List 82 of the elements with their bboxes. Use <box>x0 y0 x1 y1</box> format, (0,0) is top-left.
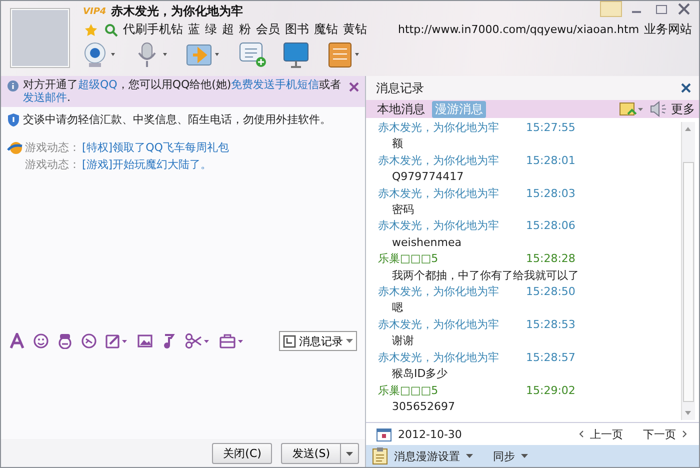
message-text: 嗯 <box>391 300 404 316</box>
caret-icon <box>346 452 353 456</box>
website-label[interactable]: 业务网站 <box>644 21 692 38</box>
chevron-right-icon[interactable] <box>682 430 687 438</box>
scissors-icon[interactable] <box>185 333 211 349</box>
caret-icon[interactable] <box>466 454 473 458</box>
message-add-icon[interactable] <box>237 41 269 69</box>
message-header: 赤木发光，为你化地为牢 15:28:01 <box>378 152 576 169</box>
message-text: 猴岛ID多少 <box>391 366 449 382</box>
game-activity-link[interactable]: [特权]领取了QQ飞车每周礼包 <box>82 140 229 155</box>
service-link[interactable]: 会员 <box>256 21 280 38</box>
info-icon <box>7 80 19 92</box>
message-header: 赤木发光，为你化地为牢 15:28:53 <box>378 316 576 333</box>
vip-label: VIP4 <box>83 6 106 16</box>
music-note-icon[interactable] <box>161 333 177 349</box>
edit-icon[interactable] <box>105 333 129 349</box>
message-text: 305652697 <box>391 398 456 415</box>
service-link[interactable]: 黄钻 <box>343 21 367 38</box>
date-label: 2012-10-30 <box>398 428 462 440</box>
service-link[interactable]: 魔钻 <box>314 21 338 38</box>
close-icon[interactable] <box>681 83 691 93</box>
caret-icon[interactable] <box>521 454 528 458</box>
game-activity-label: 游戏动态： <box>25 157 80 172</box>
notice-text: 对方开通了超级QQ，您可以用QQ给他(她)免费发送手机短信或者 发送邮件. <box>23 78 342 104</box>
message-header: 赤木发光，为你化地为牢 15:28:57 <box>378 350 576 366</box>
export-icon[interactable] <box>619 101 645 117</box>
message-header: 赤木发光，为你化地为牢 15:27:55 <box>378 120 576 136</box>
font-icon[interactable] <box>9 333 25 349</box>
close-icon[interactable] <box>349 82 359 92</box>
message-history-button[interactable]: 消息记录 <box>279 331 357 351</box>
clipboard-icon[interactable] <box>372 447 388 465</box>
search-icon[interactable] <box>104 22 118 36</box>
caret-icon <box>346 338 353 344</box>
calendar-icon[interactable] <box>376 426 392 442</box>
service-link[interactable]: 蓝 <box>188 21 200 38</box>
message-header: 乐巢□□□5 15:29:02 <box>378 382 576 398</box>
game-activity-label: 游戏动态： <box>25 140 80 155</box>
previous-page-link[interactable]: 上一页 <box>590 426 623 442</box>
speaker-icon[interactable] <box>649 101 667 117</box>
service-link[interactable]: 绿 <box>205 21 217 38</box>
service-link[interactable]: 代刷手机钻 <box>123 21 183 38</box>
star-icon <box>83 22 99 36</box>
message-text: 额 <box>391 136 404 152</box>
notice-link[interactable]: 发送邮件 <box>23 91 67 104</box>
sync-menu[interactable]: 同步 <box>493 448 515 464</box>
message-text: weishenmea <box>391 234 462 251</box>
message-text: Q979774417 <box>391 169 465 186</box>
face-icon[interactable] <box>57 333 73 349</box>
shake-icon[interactable] <box>81 333 97 349</box>
send-options-button[interactable] <box>341 442 359 464</box>
send-button[interactable]: 发送(S) <box>281 442 341 464</box>
next-page-link[interactable]: 下一页 <box>643 426 676 442</box>
more-link[interactable]: 更多 <box>671 100 695 118</box>
message-text: 谢谢 <box>391 333 415 350</box>
message-text: 密码 <box>391 202 415 218</box>
service-link[interactable]: 粉 <box>239 21 251 38</box>
notice-link[interactable]: 超级QQ <box>78 78 118 91</box>
game-icon <box>7 140 23 154</box>
message-header: 赤木发光，为你化地为牢 15:28:06 <box>378 218 576 234</box>
notice-link[interactable]: 免费发送手机短信 <box>231 78 320 91</box>
scrollbar[interactable] <box>681 122 695 420</box>
message-text: 我两个都抽，中了你有了给我就可以了 <box>391 268 580 284</box>
close-button[interactable]: 关闭(C) <box>212 442 272 464</box>
service-link[interactable]: 超 <box>222 21 234 38</box>
image-icon[interactable] <box>137 333 153 349</box>
panel-title: 消息记录 <box>376 80 424 96</box>
website-link[interactable]: http://www.in7000.com/qqyewu/xiaoan.htm <box>398 23 640 36</box>
service-link[interactable]: 图书 <box>285 21 309 38</box>
message-header: 赤木发光，为你化地为牢 15:28:03 <box>378 186 576 202</box>
warning-text: 交谈中请勿轻信汇款、中奖信息、陌生电话，勿使用外挂软件。 <box>23 112 331 127</box>
message-header: 赤木发光，为你化地为牢 15:28:50 <box>378 284 576 300</box>
shield-icon <box>7 112 20 126</box>
roaming-settings-menu[interactable]: 消息漫游设置 <box>394 448 460 464</box>
game-activity-link[interactable]: [游戏]开始玩魔幻大陆了。 <box>82 157 212 172</box>
briefcase-icon[interactable] <box>219 333 245 349</box>
clock-icon <box>283 334 296 348</box>
message-header: 乐巢□□□5 15:28:28 <box>378 251 576 268</box>
avatar-photo-placeholder <box>11 9 69 67</box>
smiley-icon[interactable] <box>33 333 49 349</box>
contact-name: 赤木发光，为你化地为牢 <box>111 3 244 20</box>
chevron-left-icon[interactable] <box>579 430 584 438</box>
history-tab[interactable]: 本地消息 <box>374 100 428 118</box>
